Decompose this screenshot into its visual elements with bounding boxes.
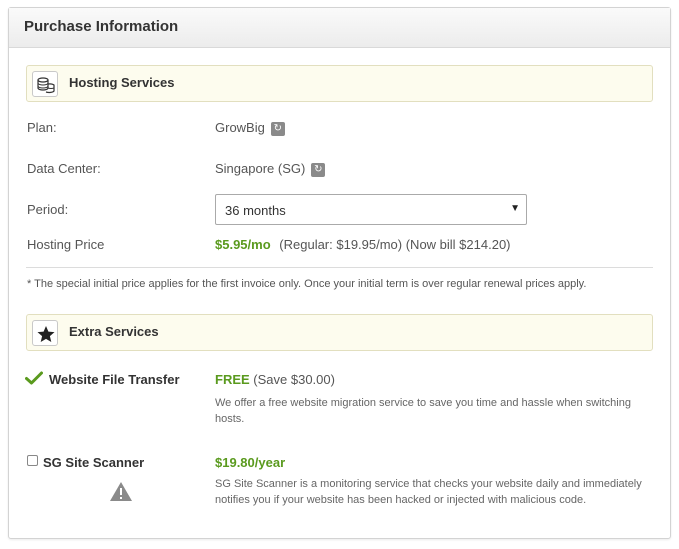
checkmark-icon: [25, 371, 43, 390]
plan-value: GrowBig: [215, 120, 265, 135]
sg-site-scanner-name: SG Site Scanner: [43, 455, 145, 470]
extra-services-title: Extra Services: [69, 324, 159, 339]
plan-value-group: GrowBig ↻: [215, 120, 285, 136]
website-file-transfer-name: Website File Transfer: [49, 372, 180, 387]
sg-site-scanner-price: $19.80/year: [215, 455, 286, 470]
datacenter-value-group: Singapore (SG) ↻: [215, 161, 326, 177]
website-file-transfer-price: FREE: [215, 372, 250, 387]
sg-site-scanner-checkbox[interactable]: [27, 455, 38, 466]
period-label: Period:: [27, 202, 69, 217]
hosting-services-header: Hosting Services: [26, 65, 653, 102]
change-plan-icon[interactable]: ↻: [270, 121, 285, 136]
website-file-transfer-savings: (Save $30.00): [253, 372, 335, 387]
purchase-information-panel: Purchase Information Hosting Services Pl…: [8, 7, 671, 539]
coins-stack-icon: [32, 71, 58, 97]
extra-services-header: Extra Services: [26, 314, 653, 351]
datacenter-label: Data Center:: [27, 161, 101, 176]
pricing-note: * The special initial price applies for …: [27, 278, 587, 290]
panel-title: Purchase Information: [9, 8, 670, 48]
sg-site-scanner-description: SG Site Scanner is a monitoring service …: [215, 478, 642, 506]
period-selected-value: 36 months: [225, 203, 286, 218]
hosting-price-details: (Regular: $19.95/mo) (Now bill $214.20): [279, 237, 511, 252]
hosting-price-value: $5.95/mo: [215, 237, 271, 252]
hosting-price-label: Hosting Price: [27, 237, 105, 252]
website-file-transfer-description: We offer a free website migration servic…: [215, 397, 631, 425]
website-file-transfer-price-group: FREE (Save $30.00): [215, 372, 335, 387]
hosting-price-group: $5.95/mo (Regular: $19.95/mo) (Now bill …: [215, 237, 511, 252]
star-icon: [32, 320, 58, 346]
plan-label: Plan:: [27, 120, 57, 135]
hosting-services-title: Hosting Services: [69, 75, 175, 90]
warning-icon: [109, 481, 133, 507]
datacenter-value: Singapore (SG): [215, 161, 306, 176]
dropdown-arrow-icon: ▼: [510, 203, 520, 214]
sg-site-scanner-price-group: $19.80/year: [215, 455, 285, 470]
period-select[interactable]: 36 months ▼: [215, 194, 527, 225]
divider: [26, 267, 653, 268]
change-datacenter-icon[interactable]: ↻: [311, 162, 326, 177]
